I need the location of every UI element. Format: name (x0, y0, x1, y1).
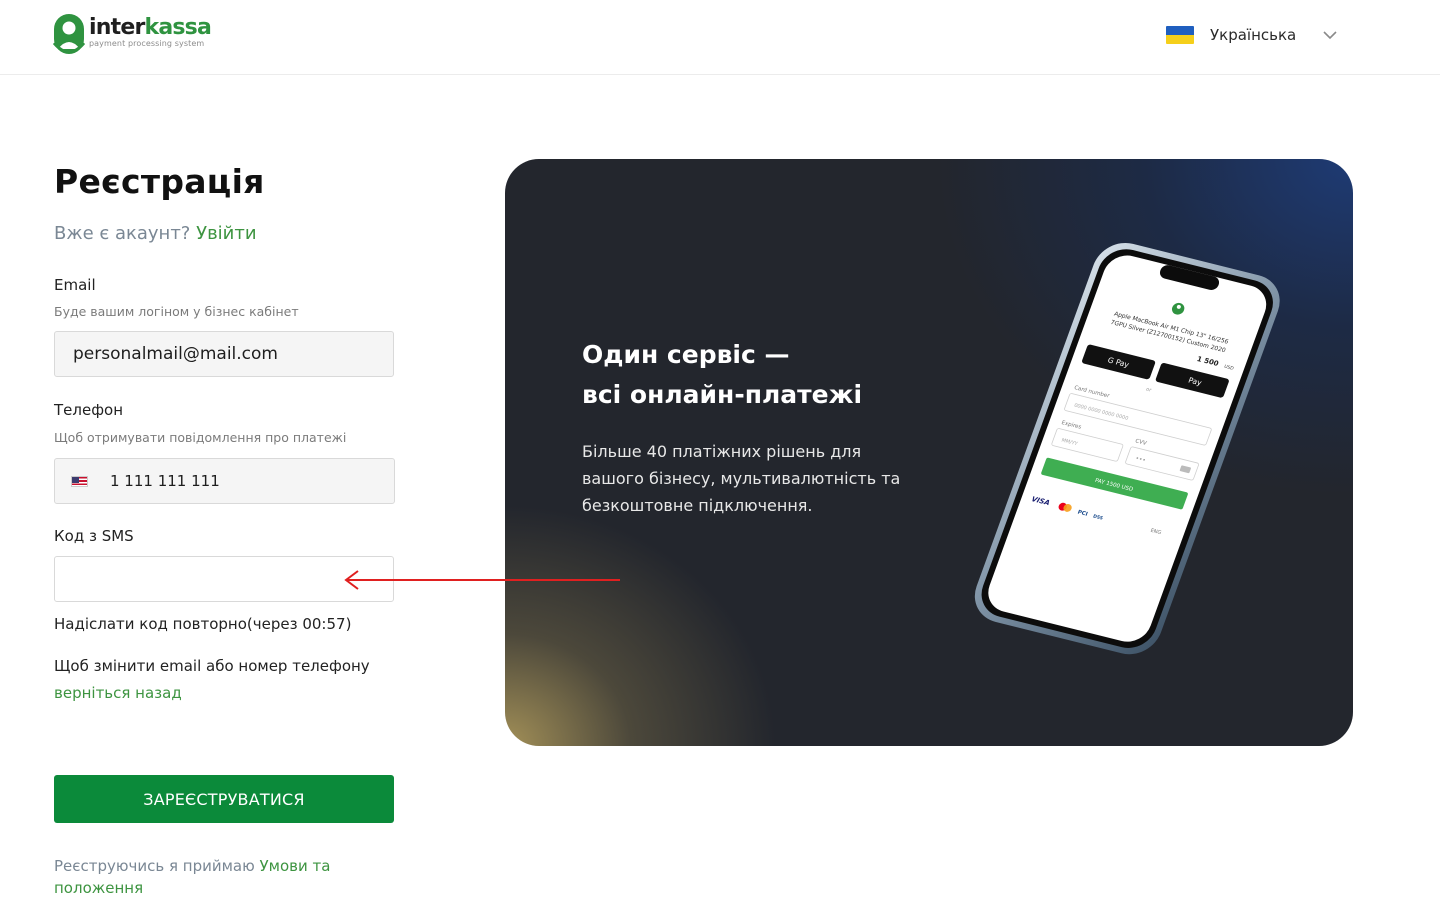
promo-heading-line2: всі онлайн-платежі (582, 380, 863, 409)
promo-banner: Один сервіс — всі онлайн-платежі Більше … (505, 159, 1353, 746)
phone-field-wrapper (54, 458, 395, 504)
logo-word-inter: inter (89, 15, 145, 40)
ukraine-flag-icon (1166, 26, 1194, 44)
have-account-text: Вже є акаунт? Увійти (54, 223, 257, 244)
promo-heading: Один сервіс — всі онлайн-платежі (582, 335, 862, 415)
phone-hint: Щоб отримувати повідомлення про платежі (54, 430, 347, 445)
email-field[interactable] (54, 331, 394, 377)
language-selector[interactable]: Українська (1166, 24, 1338, 46)
terms-prefix: Реєструючись я приймаю (54, 857, 255, 875)
header: interkassa payment processing system Укр… (0, 0, 1440, 75)
resend-code-text[interactable]: Надіслати код повторно(через 00:57) (54, 615, 351, 633)
go-back-link[interactable]: верніться назад (54, 684, 182, 702)
terms-text: Реєструючись я приймаю Умови та положенн… (54, 855, 354, 899)
interkassa-logo[interactable]: interkassa payment processing system (53, 13, 212, 57)
logo-person-icon (53, 14, 85, 54)
promo-paragraph: Більше 40 платіжних рішень для вашого бі… (582, 442, 901, 515)
phone-field[interactable] (110, 472, 370, 490)
logo-tagline: payment processing system (89, 39, 205, 48)
page-title: Реєстрація (54, 162, 265, 201)
have-account-label: Вже є акаунт? (54, 223, 191, 244)
register-button[interactable]: ЗАРЕЄСТРУВАТИСЯ (54, 775, 394, 823)
change-contact-text: Щоб змінити email або номер телефону (54, 657, 370, 675)
phone-label: Телефон (54, 401, 124, 419)
email-label: Email (54, 276, 96, 294)
usa-flag-icon[interactable] (71, 475, 88, 487)
language-label: Українська (1210, 26, 1297, 44)
login-link[interactable]: Увійти (196, 223, 256, 244)
phone-mockup-image: Apple MacBook Air M1 Chip 13" 16/256 7GP… (974, 242, 1280, 655)
sms-label: Код з SMS (54, 527, 134, 545)
chevron-down-icon (1323, 31, 1337, 40)
email-hint: Буде вашим логіном у бізнес кабінет (54, 304, 299, 319)
promo-heading-line1: Один сервіс — (582, 340, 790, 369)
red-arrow-annotation-icon (344, 570, 620, 590)
logo-word-kassa: kassa (144, 15, 212, 40)
